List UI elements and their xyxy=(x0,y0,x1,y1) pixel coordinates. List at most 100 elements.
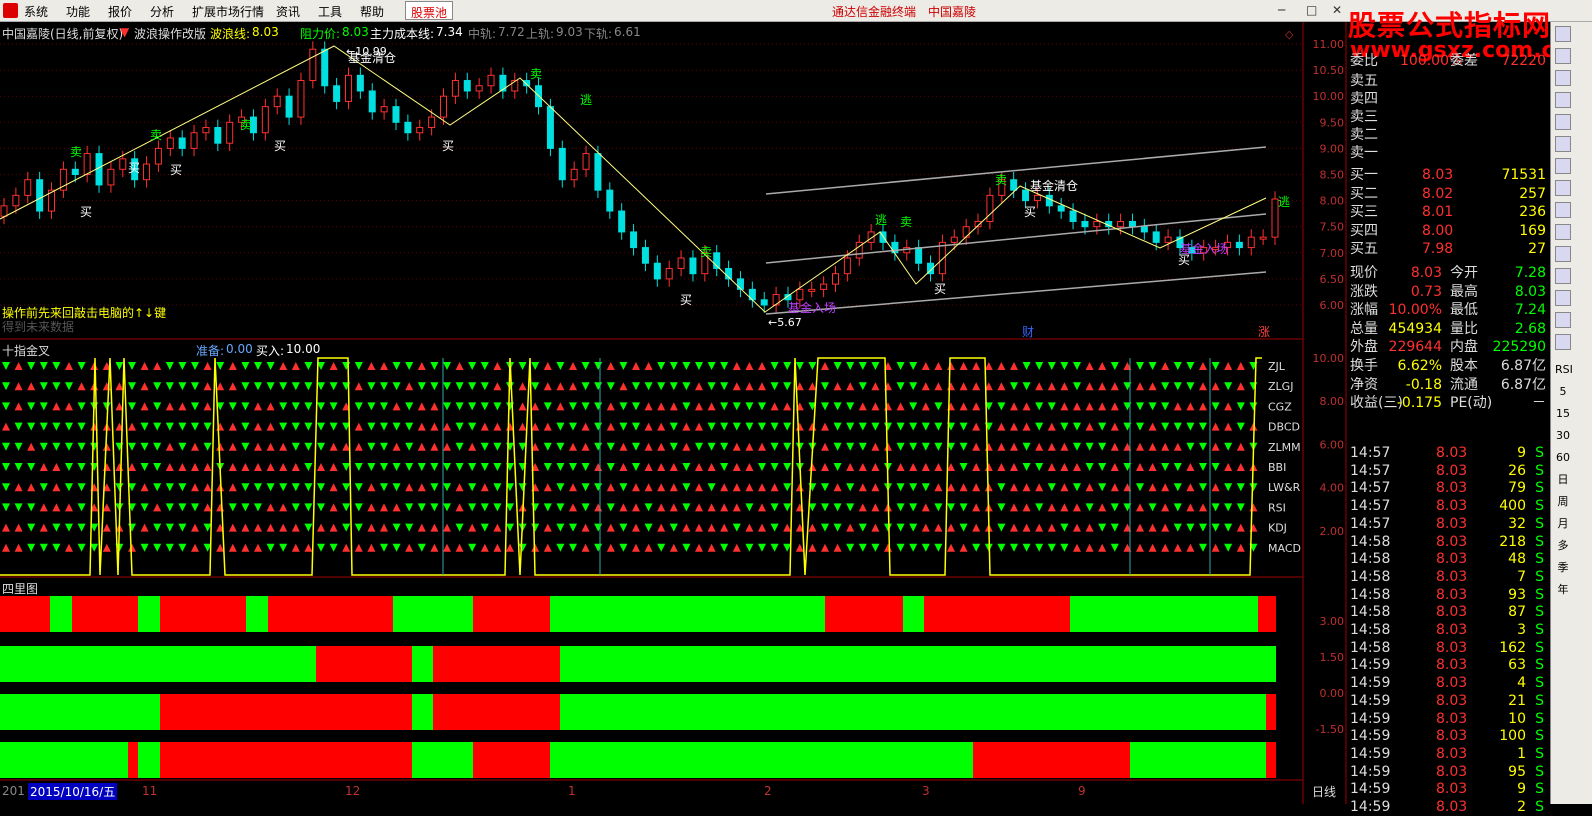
period-button-6[interactable]: 周 xyxy=(1555,494,1571,510)
tick-volume: 2 xyxy=(1517,799,1526,815)
up-arrow-icon xyxy=(2,543,10,552)
list-icon[interactable] xyxy=(1555,48,1571,64)
quadrant-bar xyxy=(0,596,50,632)
news-icon[interactable] xyxy=(1555,202,1571,218)
up-arrow-icon xyxy=(858,402,867,411)
down-arrow-icon xyxy=(279,483,288,492)
down-arrow-icon xyxy=(65,463,73,471)
bar-icon[interactable] xyxy=(1555,246,1571,262)
down-arrow-icon xyxy=(380,402,388,411)
grid-icon[interactable] xyxy=(1555,70,1571,86)
down-arrow-icon xyxy=(619,362,628,370)
up-arrow-icon xyxy=(1060,402,1069,411)
down-arrow-icon xyxy=(619,483,628,492)
up-arrow-icon xyxy=(543,422,552,431)
panel2-tick-label: 8.00 xyxy=(1320,395,1345,408)
up-arrow-icon xyxy=(140,523,149,532)
period-button-3[interactable]: 30 xyxy=(1555,428,1571,444)
tick-volume: 218 xyxy=(1499,533,1526,550)
up-arrow-icon xyxy=(821,362,829,370)
panel3-tick-label: 3.00 xyxy=(1320,615,1345,628)
up-arrow-icon xyxy=(342,543,351,552)
down-arrow-icon xyxy=(959,422,968,431)
up-arrow-icon xyxy=(1161,543,1170,552)
period-button-4[interactable]: 60 xyxy=(1555,450,1571,466)
period-button-1[interactable]: 5 xyxy=(1555,384,1571,400)
tick-price: 8.03 xyxy=(1436,657,1468,674)
period-button-10[interactable]: 年 xyxy=(1555,582,1571,598)
down-arrow-icon xyxy=(52,382,61,391)
period-button-2[interactable]: 15 xyxy=(1555,406,1571,422)
up-arrow-icon xyxy=(417,422,426,431)
doc-icon[interactable] xyxy=(1555,180,1571,196)
panel2-row-label: ZLMM xyxy=(1268,441,1301,454)
chart-icon[interactable] xyxy=(1555,26,1571,42)
up-arrow-icon xyxy=(1236,362,1245,370)
tick-price: 8.03 xyxy=(1436,710,1468,727)
up-arrow-icon xyxy=(732,382,741,391)
down-arrow-icon xyxy=(909,543,918,552)
up-arrow-icon xyxy=(178,402,187,411)
period-button-0[interactable]: RSI xyxy=(1555,362,1573,378)
window-icon[interactable] xyxy=(1555,92,1571,108)
up-arrow-icon xyxy=(392,503,401,512)
period-button-8[interactable]: 多 xyxy=(1555,538,1571,554)
down-arrow-icon xyxy=(430,362,439,370)
zoom-icon[interactable] xyxy=(1555,312,1571,328)
down-arrow-icon xyxy=(342,503,351,512)
tick-row: 14:58 8.03 7 S xyxy=(1350,568,1548,586)
down-arrow-icon xyxy=(191,422,199,431)
up-arrow-icon xyxy=(669,503,678,512)
down-arrow-icon xyxy=(304,382,313,391)
up-arrow-icon xyxy=(795,543,804,552)
down-arrow-icon xyxy=(266,382,275,391)
period-label[interactable]: 日线 xyxy=(1312,783,1336,800)
tool-icon[interactable] xyxy=(1555,334,1571,350)
up-arrow-icon xyxy=(417,483,426,492)
up-arrow-icon xyxy=(266,402,275,411)
panel2-row-label: DBCD xyxy=(1268,421,1300,434)
indicator-name[interactable]: 波浪操作改版 xyxy=(134,25,206,42)
down-arrow-icon xyxy=(871,362,880,370)
period-button-5[interactable]: 日 xyxy=(1555,472,1571,488)
down-arrow-icon xyxy=(569,463,577,471)
down-arrow-icon xyxy=(493,402,502,411)
panel3-title[interactable]: 四里图 xyxy=(2,580,38,597)
date-cursor-label: 2015/10/16/五 xyxy=(28,783,118,800)
f10-icon[interactable] xyxy=(1555,224,1571,240)
candle-body xyxy=(392,106,400,123)
period-button-9[interactable]: 季 xyxy=(1555,560,1571,576)
quadrant-bar xyxy=(50,596,72,632)
down-arrow-icon xyxy=(367,422,376,431)
period-button-7[interactable]: 月 xyxy=(1555,516,1571,532)
tick-row: 14:59 8.03 4 S xyxy=(1350,674,1548,692)
finance-marker[interactable]: 财 xyxy=(1022,323,1034,340)
down-arrow-icon xyxy=(354,362,363,370)
stat-label: 外盘 xyxy=(1350,339,1378,356)
window-icon[interactable] xyxy=(1555,114,1571,130)
compare-icon[interactable] xyxy=(1555,158,1571,174)
line-icon[interactable] xyxy=(1555,268,1571,284)
down-arrow-icon xyxy=(165,543,174,552)
down-arrow-icon xyxy=(959,442,968,451)
tick-side: S xyxy=(1535,498,1544,515)
up-arrow-icon xyxy=(959,362,968,370)
down-arrow-icon xyxy=(858,523,867,532)
down-arrow-icon xyxy=(518,362,527,370)
down-arrow-icon xyxy=(102,402,111,411)
up-arrow-icon xyxy=(569,442,577,451)
up-arrow-icon xyxy=(14,523,23,532)
up-arrow-icon xyxy=(858,463,867,471)
bid-label: 买三 xyxy=(1350,204,1378,220)
down-arrow-icon xyxy=(2,463,10,471)
tick-volume: 93 xyxy=(1508,586,1526,603)
table-icon[interactable] xyxy=(1555,136,1571,152)
formula-icon[interactable] xyxy=(1555,290,1571,306)
down-arrow-icon xyxy=(1199,543,1207,552)
panel2-title[interactable]: 十指金叉 xyxy=(2,342,50,359)
down-arrow-icon xyxy=(732,402,741,411)
down-arrow-icon xyxy=(493,463,502,471)
up-arrow-icon xyxy=(455,483,464,492)
down-arrow-icon xyxy=(669,523,678,532)
bid-price: 8.01 xyxy=(1422,204,1454,220)
